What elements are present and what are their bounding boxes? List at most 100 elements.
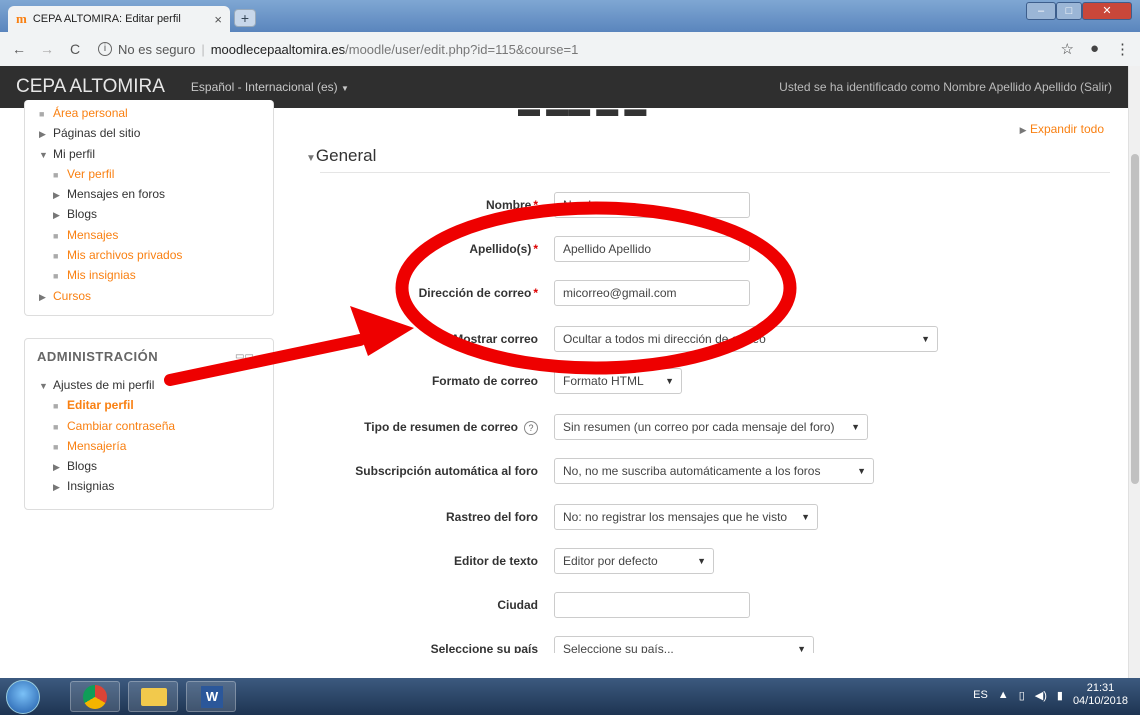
profile-icon[interactable]: ●: [1090, 40, 1099, 58]
browser-title-bar: m CEPA ALTOMIRA: Editar perfil × + – □ ✕: [0, 0, 1140, 32]
dropdown-arrow-icon: ▼: [797, 644, 806, 653]
section-general-header[interactable]: ▼General: [306, 146, 376, 166]
admin-item-cambiar-contrasena[interactable]: ■ Cambiar contraseña: [39, 416, 175, 436]
language-menu[interactable]: Español - Internacional (es) ▼: [191, 80, 349, 94]
close-window-button[interactable]: ✕: [1082, 2, 1132, 20]
label-text: Dirección de correo: [418, 286, 532, 300]
nav-item-mensajes[interactable]: ■ Mensajes: [39, 225, 273, 245]
resumen-correo-select[interactable]: Sin resumen (un correo por cada mensaje …: [554, 414, 868, 440]
page-scrollbar[interactable]: [1128, 66, 1140, 678]
browser-tab[interactable]: m CEPA ALTOMIRA: Editar perfil ×: [8, 6, 230, 32]
resumen-correo-label: Tipo de resumen de correo?: [364, 414, 538, 440]
language-indicator[interactable]: ES: [973, 689, 988, 701]
dropdown-arrow-icon: ▼: [801, 512, 810, 522]
tray-expand-icon[interactable]: ▲: [998, 689, 1009, 701]
select-value: Editor por defecto: [563, 554, 658, 568]
expand-arrow-icon: ▶: [53, 462, 60, 473]
email-input[interactable]: micorreo@gmail.com: [554, 280, 750, 306]
expand-arrow-icon: ▶: [53, 190, 60, 201]
help-icon[interactable]: ?: [524, 421, 538, 435]
dropdown-arrow-icon: ▼: [665, 376, 674, 386]
apellidos-input[interactable]: Apellido Apellido: [554, 236, 750, 262]
ciudad-input[interactable]: [554, 592, 750, 618]
mostrar-correo-select[interactable]: Ocultar a todos mi dirección de correo ▼: [554, 326, 938, 352]
nav-item-blogs[interactable]: ▶ Blogs: [39, 204, 273, 224]
main-content: ▬ ▬▬ ▬ ▬ ▶ Expandir todo ▼General Nombre…: [302, 108, 1128, 653]
block-dock-icon[interactable]: ▭▭: [235, 351, 254, 362]
administration-title: ADMINISTRACIÓN: [37, 349, 159, 364]
admin-label: Cambiar contraseña: [67, 418, 176, 433]
nav-label: Mis insignias: [67, 268, 136, 283]
subscripcion-select[interactable]: No, no me suscriba automáticamente a los…: [554, 458, 874, 484]
info-icon[interactable]: i: [98, 42, 112, 56]
admin-label: Editar perfil: [67, 398, 134, 413]
taskbar-chrome-button[interactable]: [70, 681, 120, 712]
dropdown-arrow-icon: ▼: [857, 466, 866, 476]
network-icon[interactable]: ▮: [1057, 689, 1063, 702]
start-button[interactable]: [6, 680, 40, 714]
select-value: No, no me suscriba automáticamente a los…: [563, 464, 821, 478]
editor-label: Editor de texto: [453, 554, 538, 568]
pais-select[interactable]: Seleccione su país... ▼: [554, 636, 814, 653]
maximize-button[interactable]: □: [1056, 2, 1082, 20]
nav-item-mensajes-foros[interactable]: ▶ Mensajes en foros: [39, 184, 273, 204]
url-field[interactable]: i No es seguro | moodlecepaaltomira.es /…: [98, 42, 578, 57]
folder-icon: [141, 688, 167, 706]
new-tab-button[interactable]: +: [234, 9, 256, 27]
battery-icon[interactable]: ▯: [1019, 689, 1025, 702]
select-value: Ocultar a todos mi dirección de correo: [563, 332, 766, 346]
menu-icon[interactable]: ⋮: [1115, 40, 1130, 58]
expand-all-link[interactable]: ▶ Expandir todo: [1020, 122, 1104, 136]
volume-icon[interactable]: ◀): [1035, 689, 1047, 702]
back-icon[interactable]: ←: [8, 41, 30, 57]
row-subscripcion: Subscripción automática al foro No, no m…: [302, 458, 1128, 484]
required-icon: *: [533, 198, 538, 212]
nav-item-cursos[interactable]: ▶ Cursos: [39, 286, 273, 306]
forward-icon[interactable]: →: [36, 41, 58, 57]
admin-label: Ajustes de mi perfil: [53, 378, 155, 392]
reload-icon[interactable]: C: [64, 41, 86, 57]
nav-item-archivos-privados[interactable]: ■ Mis archivos privados: [39, 245, 273, 265]
nombre-input[interactable]: Nombre: [554, 192, 750, 218]
address-bar: ← → C i No es seguro | moodlecepaaltomir…: [0, 32, 1140, 66]
formato-correo-select[interactable]: Formato HTML ▼: [554, 368, 682, 394]
expand-arrow-icon: ▶: [53, 482, 60, 493]
rastreo-select[interactable]: No: no registrar los mensajes que he vis…: [554, 504, 818, 530]
bullet-icon: ■: [53, 441, 59, 452]
dropdown-arrow-icon: ▼: [921, 334, 930, 344]
bookmark-star-icon[interactable]: ☆: [1060, 40, 1073, 58]
admin-item-mensajeria[interactable]: ■ Mensajería: [39, 436, 175, 456]
bullet-icon: ■: [53, 251, 59, 262]
minimize-button[interactable]: –: [1026, 2, 1056, 20]
tab-title: CEPA ALTOMIRA: Editar perfil: [32, 13, 181, 25]
editor-select[interactable]: Editor por defecto ▼: [554, 548, 714, 574]
nav-item-paginas-sitio[interactable]: ▶ Páginas del sitio: [39, 123, 273, 143]
taskbar-word-button[interactable]: W: [186, 681, 236, 712]
tab-close-icon[interactable]: ×: [214, 12, 222, 27]
nav-item-ver-perfil[interactable]: ■ Ver perfil: [39, 164, 273, 184]
select-value: No: no registrar los mensajes que he vis…: [563, 510, 788, 524]
scrollbar-thumb[interactable]: [1131, 154, 1139, 484]
login-info[interactable]: Usted se ha identificado como Nombre Ape…: [779, 80, 1112, 94]
row-resumen-correo: Tipo de resumen de correo? Sin resumen (…: [302, 414, 1128, 440]
admin-item-insignias[interactable]: ▶ Insignias: [39, 476, 175, 496]
nav-item-insignias[interactable]: ■ Mis insignias: [39, 265, 273, 285]
nav-item-mi-perfil[interactable]: ▼ Mi perfil: [39, 144, 273, 164]
row-mostrar-correo: Mostrar correo Ocultar a todos mi direcc…: [302, 326, 1128, 352]
site-brand[interactable]: CEPA ALTOMIRA: [16, 76, 165, 98]
bullet-icon: ■: [53, 421, 59, 432]
row-correo: Dirección de correo * micorreo@gmail.com: [302, 280, 1128, 306]
admin-item-ajustes-perfil[interactable]: ▼ Ajustes de mi perfil: [39, 375, 175, 395]
clock[interactable]: 21:31 04/10/2018: [1073, 682, 1128, 708]
url-separator: |: [201, 41, 205, 57]
administration-block: ADMINISTRACIÓN ▭▭ ▼ Ajustes de mi perfil …: [24, 338, 274, 510]
taskbar-explorer-button[interactable]: [128, 681, 178, 712]
nav-label: Mensajes en foros: [67, 187, 166, 202]
label-text: Nombre: [485, 198, 532, 212]
select-value: Seleccione su país...: [563, 642, 674, 653]
admin-item-editar-perfil[interactable]: ■ Editar perfil: [39, 395, 175, 415]
expand-arrow-icon: ▶: [39, 291, 46, 302]
nav-item-area-personal[interactable]: ■ Área personal: [39, 103, 273, 123]
select-value: Formato HTML: [563, 374, 644, 388]
admin-item-blogs[interactable]: ▶ Blogs: [39, 456, 175, 476]
